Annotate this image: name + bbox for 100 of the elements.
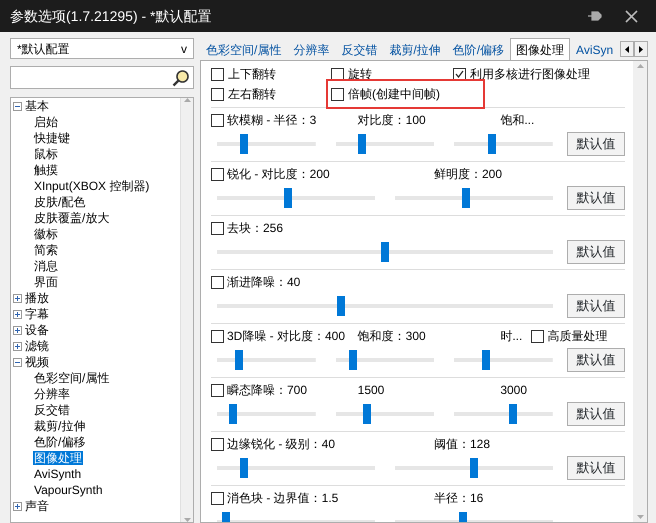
- tab[interactable]: 裁剪/拉伸: [383, 38, 447, 60]
- slider-label: 锐化 - 对比度：200: [227, 166, 330, 183]
- default-button[interactable]: 默认值: [567, 240, 625, 264]
- slider-label: 边缘锐化 - 级别：40: [227, 436, 336, 453]
- slider-thumb[interactable]: [240, 134, 248, 154]
- checkbox[interactable]: [211, 330, 224, 342]
- tab-scroll-right-button[interactable]: [634, 41, 648, 57]
- slider-label: 软模糊 - 半径：3: [227, 112, 316, 129]
- checkbox[interactable]: [331, 88, 344, 100]
- default-button[interactable]: 默认值: [567, 294, 625, 318]
- slider-thumb[interactable]: [508, 404, 517, 424]
- tree-item[interactable]: XInput(XBOX 控制器): [33, 179, 150, 193]
- checkbox[interactable]: [211, 438, 224, 450]
- collapse-icon[interactable]: [13, 102, 22, 110]
- slider-thumb[interactable]: [234, 350, 243, 370]
- slider-label: 1500: [358, 382, 384, 399]
- right-arrow-icon: [639, 46, 643, 52]
- default-button[interactable]: 默认值: [567, 186, 625, 210]
- collapse-icon[interactable]: [13, 358, 22, 366]
- tree-item[interactable]: 徽标: [33, 227, 59, 241]
- checkbox[interactable]: [211, 168, 224, 180]
- checkbox[interactable]: [211, 88, 224, 100]
- tree-item[interactable]: 界面: [33, 275, 59, 289]
- tree-item[interactable]: 消息: [33, 259, 59, 273]
- slider-thumb[interactable]: [381, 242, 389, 262]
- checkbox[interactable]: [531, 330, 544, 342]
- checkbox[interactable]: [453, 68, 466, 80]
- slider-thumb[interactable]: [349, 350, 358, 370]
- left-arrow-icon: [625, 46, 629, 52]
- slider-label: 消色块 - 边界值：1.5: [227, 490, 338, 507]
- slider-thumb[interactable]: [363, 404, 372, 424]
- tree-item[interactable]: 皮肤/配色: [33, 195, 86, 209]
- slider-thumb[interactable]: [358, 134, 366, 154]
- tab[interactable]: AviSyn: [570, 38, 620, 60]
- tree-item[interactable]: 色彩空间/属性: [33, 371, 110, 385]
- tree-item[interactable]: 播放: [24, 290, 50, 306]
- tree-item[interactable]: 声音: [24, 498, 50, 514]
- slider-thumb[interactable]: [228, 404, 237, 424]
- tree-item[interactable]: 简索: [33, 243, 59, 257]
- slider-thumb[interactable]: [488, 134, 496, 154]
- tab[interactable]: 图像处理: [510, 38, 570, 60]
- expand-icon[interactable]: [13, 502, 22, 510]
- tab[interactable]: 色阶/偏移: [446, 38, 510, 60]
- slider-thumb[interactable]: [337, 296, 346, 316]
- tree-item[interactable]: 图像处理: [33, 451, 83, 465]
- checkbox-label: 利用多核进行图像处理: [470, 66, 590, 83]
- slider-label: 饱和...: [500, 112, 534, 129]
- tree-item[interactable]: 快捷键: [33, 131, 71, 145]
- tab-scroll-left-button[interactable]: [620, 41, 634, 57]
- pin-icon[interactable]: [587, 9, 603, 23]
- slider-label: 3D降噪 - 对比度：400: [227, 328, 346, 345]
- expand-icon[interactable]: [13, 310, 22, 318]
- tree-item[interactable]: 基本: [24, 98, 50, 114]
- expand-icon[interactable]: [13, 326, 22, 334]
- tree-item[interactable]: 皮肤覆盖/放大: [33, 211, 110, 225]
- checkbox[interactable]: [211, 276, 224, 288]
- slider-thumb[interactable]: [240, 458, 248, 478]
- tree-item[interactable]: 字幕: [24, 306, 50, 322]
- profile-dropdown[interactable]: *默认配置 v: [10, 38, 194, 59]
- check-icon: [455, 70, 464, 78]
- close-icon[interactable]: [625, 10, 638, 22]
- tab[interactable]: 反交错: [335, 38, 384, 60]
- expand-icon[interactable]: [13, 294, 22, 302]
- tree-item[interactable]: 分辨率: [33, 387, 71, 401]
- default-button[interactable]: 默认值: [566, 348, 625, 372]
- checkbox[interactable]: [211, 222, 224, 234]
- tree-item[interactable]: VapourSynth: [33, 483, 104, 497]
- tree-item[interactable]: 设备: [24, 322, 50, 338]
- slider-label: 阈值：128: [434, 436, 490, 453]
- tree-item[interactable]: 鼠标: [33, 147, 59, 161]
- tab[interactable]: 分辨率: [287, 38, 336, 60]
- checkbox[interactable]: [331, 68, 344, 80]
- tree-item[interactable]: 视频: [24, 354, 50, 370]
- tab[interactable]: 色彩空间/属性: [200, 38, 288, 60]
- tree-item[interactable]: 触摸: [33, 163, 59, 177]
- slider-thumb[interactable]: [470, 458, 478, 478]
- checkbox-label: 上下翻转: [228, 66, 276, 83]
- scrollbar[interactable]: [180, 98, 193, 522]
- search-field[interactable]: [10, 66, 194, 89]
- tree-item[interactable]: 反交错: [33, 403, 71, 417]
- default-button[interactable]: 默认值: [567, 456, 625, 480]
- checkbox[interactable]: [211, 68, 224, 80]
- default-button[interactable]: 默认值: [566, 132, 625, 156]
- slider-thumb[interactable]: [462, 188, 470, 208]
- default-button[interactable]: 默认值: [566, 402, 625, 426]
- scrollbar[interactable]: [633, 61, 647, 522]
- tree-item[interactable]: 裁剪/拉伸: [33, 419, 86, 433]
- slider-label: 对比度：100: [358, 112, 426, 129]
- checkbox[interactable]: [211, 492, 224, 504]
- checkbox[interactable]: [211, 114, 224, 126]
- expand-icon[interactable]: [13, 342, 22, 350]
- tree-item[interactable]: 色阶/偏移: [33, 435, 86, 449]
- tree-item[interactable]: AviSynth: [33, 467, 82, 481]
- checkbox-label: 左右翻转: [228, 86, 276, 103]
- slider-thumb[interactable]: [482, 350, 490, 370]
- tree-item[interactable]: 滤镜: [24, 338, 50, 354]
- window-title: 参数选项(1.7.21295) - *默认配置: [10, 6, 212, 26]
- checkbox[interactable]: [211, 384, 224, 396]
- tree-item[interactable]: 启始: [33, 115, 59, 129]
- slider-thumb[interactable]: [284, 188, 292, 208]
